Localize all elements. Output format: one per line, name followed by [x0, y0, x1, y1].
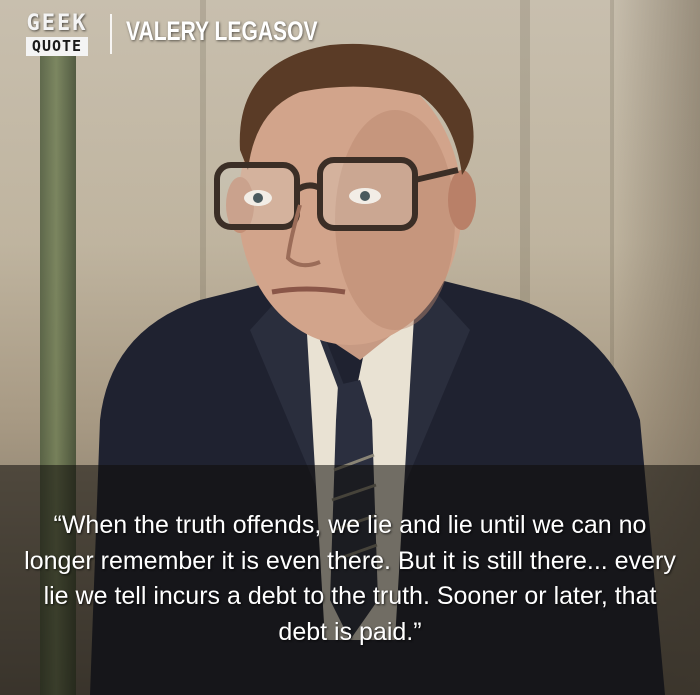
iris-right: [360, 191, 370, 201]
ear-right: [448, 170, 476, 230]
person-name: VALERY LEGASOV: [126, 16, 318, 46]
logo-word-bottom: QUOTE: [25, 36, 89, 56]
logo-word-top: GEEK: [26, 10, 88, 36]
iris-left: [253, 193, 263, 203]
quote-text: “When the truth offends, we lie and lie …: [24, 511, 676, 646]
header-divider: [110, 14, 112, 54]
quote-card: GEEK QUOTE VALERY LEGASOV “When the trut…: [0, 0, 700, 695]
geek-quote-logo: GEEK QUOTE: [12, 10, 102, 58]
